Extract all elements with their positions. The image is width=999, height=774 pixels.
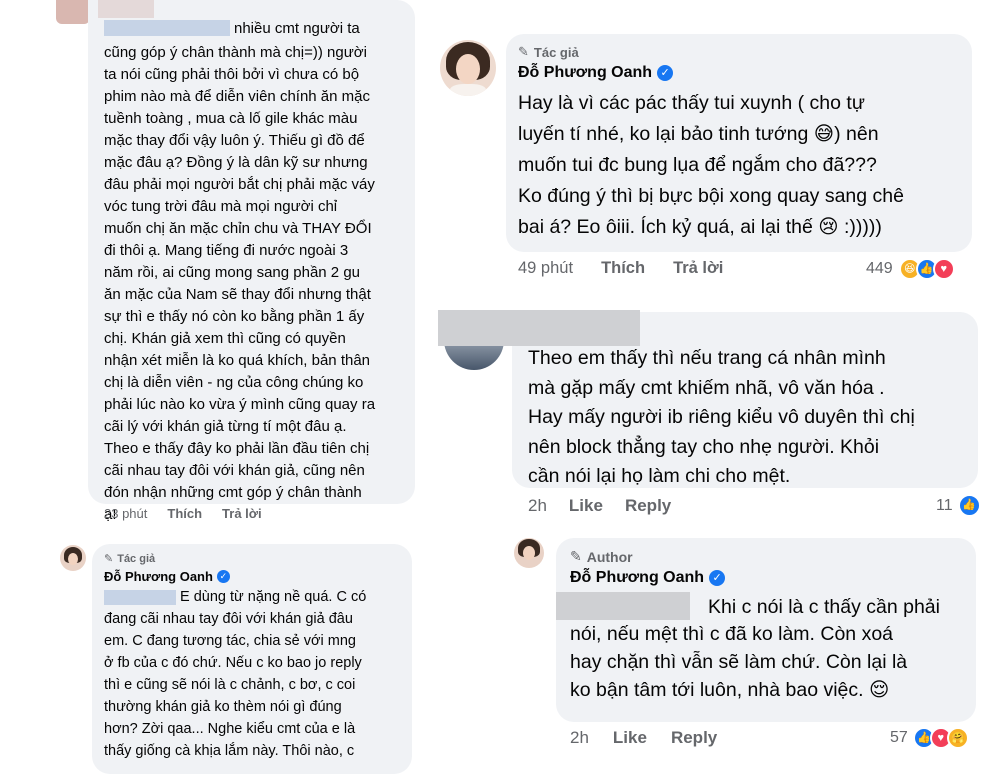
comment-4-actions: 2h Like Reply (528, 496, 671, 516)
author-label: Tác giả (533, 44, 579, 60)
comment-4-reply-button[interactable]: Reply (625, 496, 671, 516)
comment-3-actions: 49 phút Thích Trả lời (518, 259, 723, 278)
comment-5-first-line: Khi c nói là c thấy cần phải (708, 596, 940, 618)
comment-4-text: Theo em thấy thì nếu trang cá nhân mình … (528, 347, 915, 487)
like-reaction-icon: 👍 (957, 494, 981, 517)
comment-1-time[interactable]: 23 phút (104, 506, 147, 521)
comment-4-reactions[interactable]: 11 👍 (936, 494, 981, 517)
mentioned-name-blurred[interactable] (556, 592, 690, 620)
comment-5-author-badge: ✎ Author (570, 548, 633, 565)
comment-3-reply-button[interactable]: Trả lời (673, 259, 723, 278)
mentioned-name-blurred[interactable] (104, 20, 230, 36)
author-avatar-small[interactable] (60, 545, 86, 571)
commenter-name-blurred[interactable] (98, 0, 154, 18)
comment-5-reactions[interactable]: 57 👍 ♥ 🤗 (890, 727, 969, 749)
comment-4-time[interactable]: 2h (528, 496, 547, 516)
commenter-avatar-blurred[interactable] (56, 0, 90, 24)
author-label: Tác giả (117, 552, 156, 565)
comment-3-time[interactable]: 49 phút (518, 259, 573, 278)
comment-5-reply-button[interactable]: Reply (671, 728, 717, 748)
reaction-count: 449 (866, 260, 893, 277)
reaction-count: 57 (890, 729, 908, 746)
comment-3-text: Hay là vì các pác thấy tui xuynh ( cho t… (518, 92, 904, 238)
comment-5-actions: 2h Like Reply (570, 728, 717, 748)
verified-badge-icon: ✓ (657, 65, 674, 81)
comment-1-actions: 23 phút Thích Trả lời (104, 506, 262, 521)
comment-3-author-badge: ✎ Tác giả (518, 44, 579, 60)
pencil-icon: ✎ (518, 44, 529, 59)
commenter-name-blurred-2[interactable] (438, 310, 640, 346)
comment-3-like-button[interactable]: Thích (601, 259, 645, 278)
pencil-icon: ✎ (104, 553, 114, 565)
comment-5-text: nói, nếu mệt thì c đã ko làm. Còn xoá ha… (570, 623, 908, 701)
comment-1-reply-button[interactable]: Trả lời (222, 506, 262, 521)
comment-5-name-row: Đỗ Phương Oanh ✓ (570, 569, 726, 587)
comment-3-reactions[interactable]: 449 😆 👍 ♥ (866, 258, 955, 280)
love-reaction-icon: ♥ (932, 258, 955, 280)
author-avatar-small[interactable] (514, 538, 544, 568)
comment-1-first-line: nhiều cmt người ta (234, 20, 360, 37)
verified-badge-icon: ✓ (216, 570, 230, 583)
comment-1-like-button[interactable]: Thích (167, 506, 202, 521)
comment-4-like-button[interactable]: Like (569, 496, 603, 516)
comment-3-name-row: Đỗ Phương Oanh ✓ (518, 64, 674, 82)
comment-5-time[interactable]: 2h (570, 728, 589, 748)
comment-2-name-row: Đỗ Phương Oanh ✓ (104, 569, 230, 584)
comment-5-like-button[interactable]: Like (613, 728, 647, 748)
comment-1-text: cũng góp ý chân thành mà chị=)) người ta… (104, 44, 376, 523)
comment-2-author-badge: ✎ Tác giả (104, 552, 156, 566)
author-label: Author (586, 548, 633, 565)
reaction-count: 11 (936, 496, 953, 514)
author-name[interactable]: Đỗ Phương Oanh (570, 569, 704, 587)
author-name[interactable]: Đỗ Phương Oanh (104, 569, 213, 584)
author-name[interactable]: Đỗ Phương Oanh (518, 64, 652, 82)
verified-badge-icon: ✓ (709, 570, 726, 586)
care-reaction-icon: 🤗 (946, 727, 969, 749)
pencil-icon: ✎ (570, 548, 582, 564)
author-avatar[interactable] (440, 40, 496, 96)
comment-2-text: E dùng từ nặng nề quá. C có đang cãi nha… (104, 589, 367, 759)
